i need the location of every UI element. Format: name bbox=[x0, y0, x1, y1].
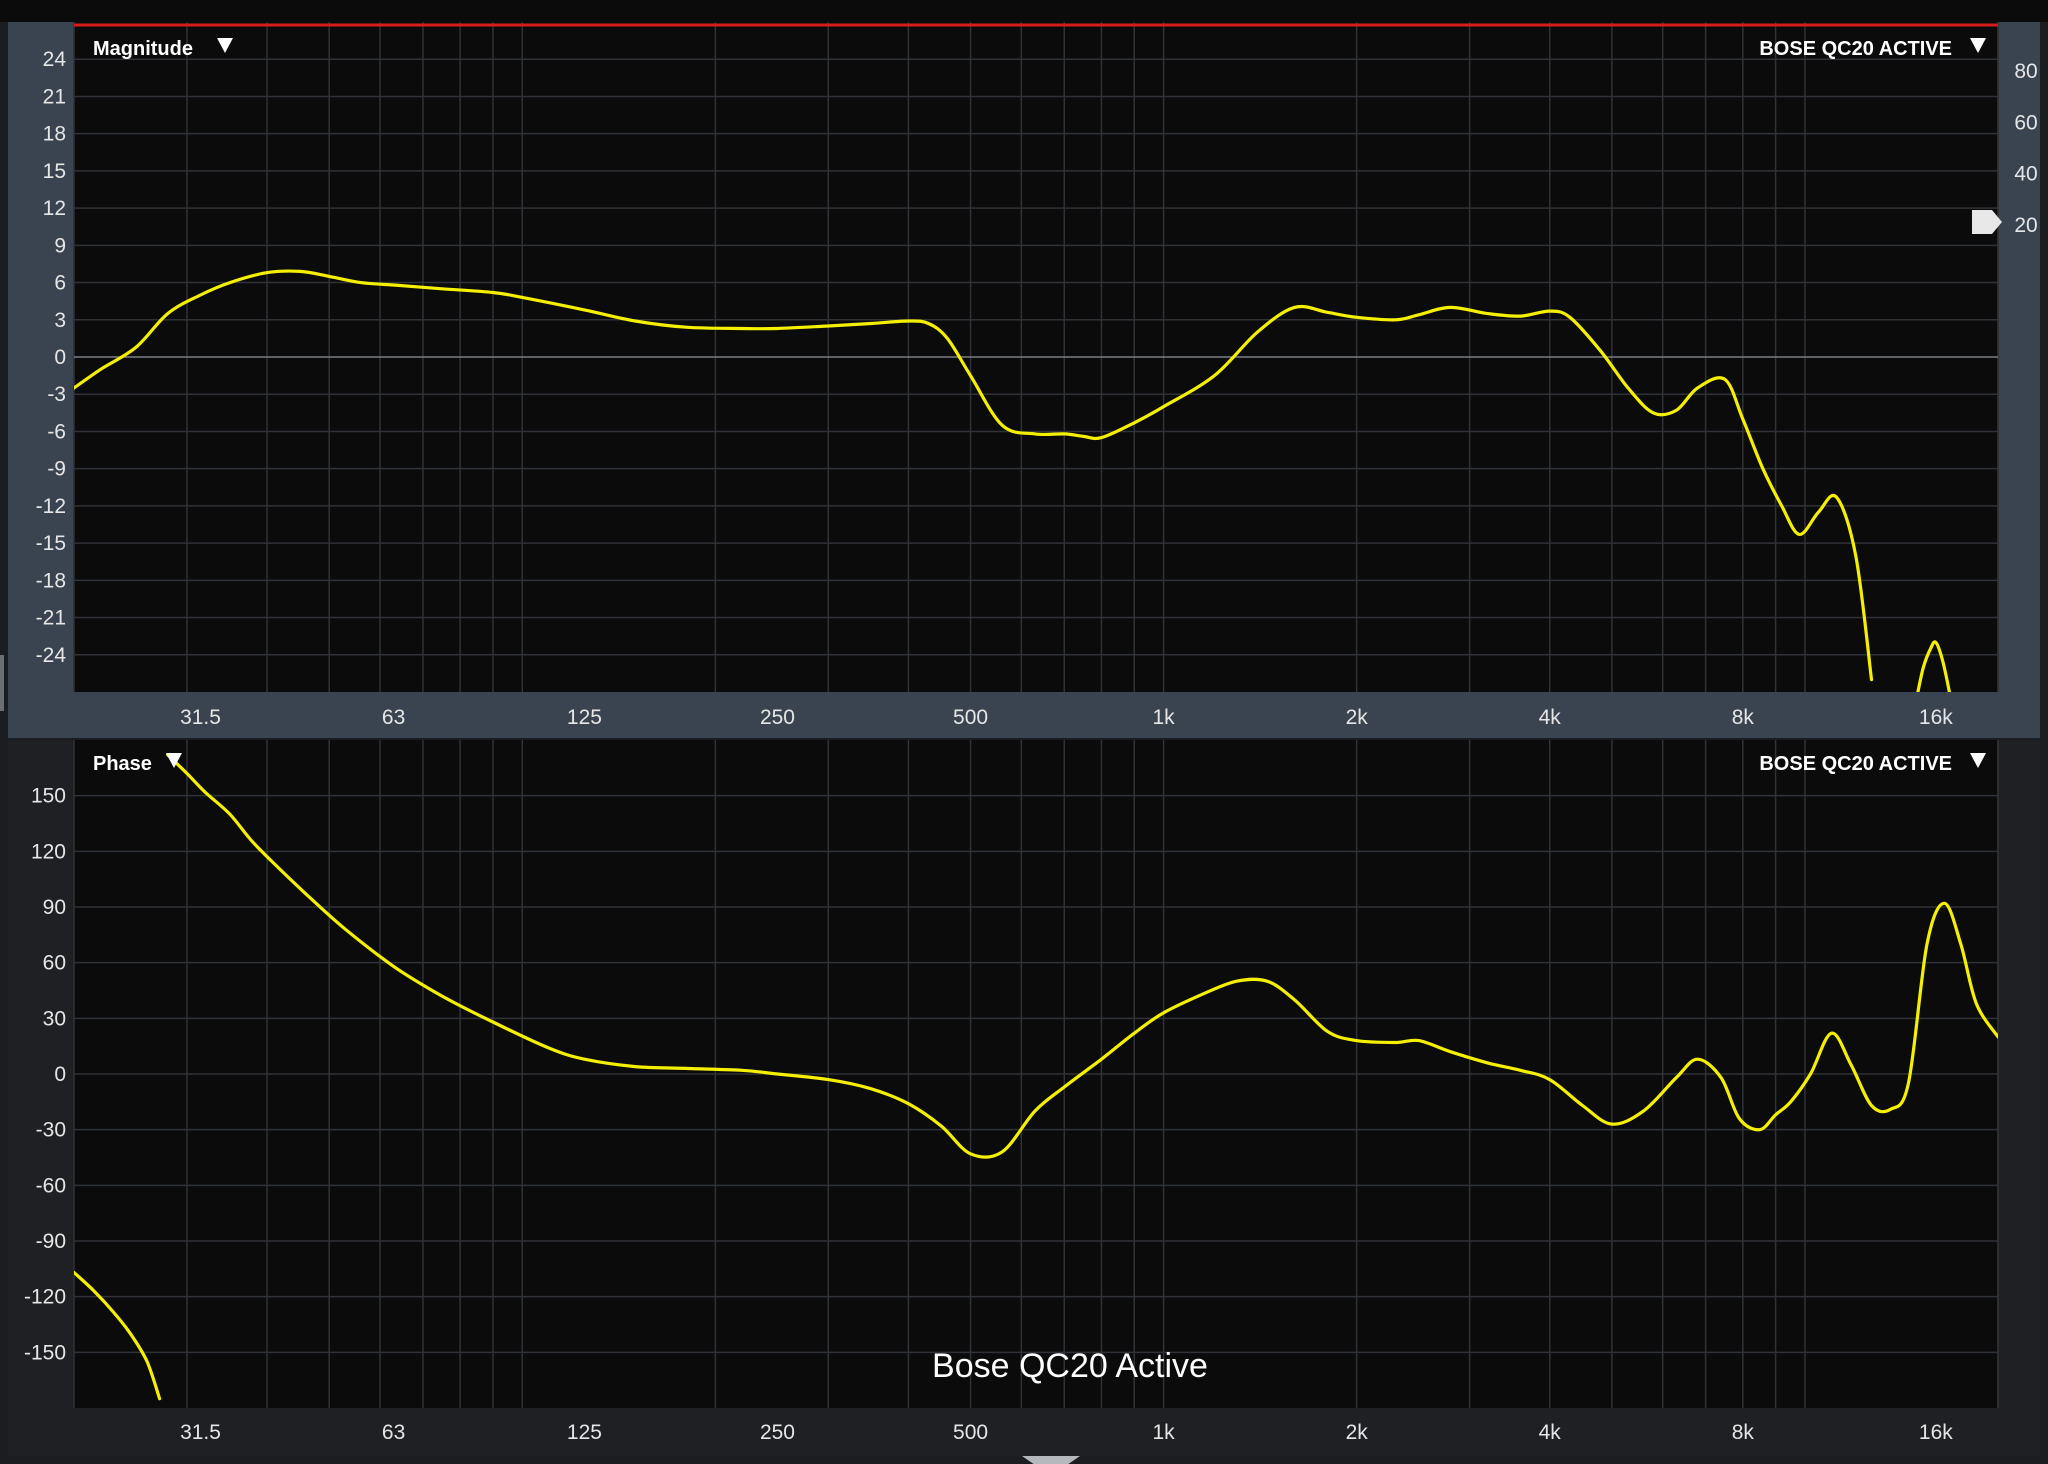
y-tick-label: -30 bbox=[36, 1119, 66, 1142]
top-strip bbox=[0, 0, 2048, 22]
phase-panel: 150 120 90 60 30 0 -30 -60 -90 -120 -150 31.5 63 125… bbox=[8, 740, 2040, 1456]
y-tick-label: 21 bbox=[43, 85, 66, 108]
y-tick-label: -150 bbox=[24, 1341, 66, 1364]
x-tick-label: 1k bbox=[1153, 706, 1176, 729]
magnitude-panel: 24 21 18 15 12 9 6 3 0 -3 -6 -9 -12 -15 -18 -21 -24 80 60… bbox=[8, 22, 2040, 738]
x-tick-label: 500 bbox=[953, 1421, 988, 1444]
x-tick-label: 8k bbox=[1732, 706, 1755, 729]
y-tick-label: 3 bbox=[54, 309, 66, 332]
y-tick-label: -90 bbox=[36, 1230, 66, 1253]
magnitude-right-axis: 80 60 40 20 bbox=[2014, 60, 2037, 237]
y-tick-label: 9 bbox=[54, 234, 66, 257]
x-tick-label: 1k bbox=[1153, 1421, 1176, 1444]
y-tick-label: 120 bbox=[31, 840, 66, 863]
y-tick-label: -6 bbox=[47, 420, 66, 443]
x-tick-label: 4k bbox=[1539, 706, 1562, 729]
y-tick-label: 18 bbox=[43, 123, 66, 146]
magnitude-trace-name[interactable]: BOSE QC20 ACTIVE bbox=[1759, 38, 1952, 60]
y-tick-label: 6 bbox=[54, 272, 66, 295]
right-axis-tick-label: 40 bbox=[2014, 163, 2037, 186]
y-tick-label: -12 bbox=[36, 495, 66, 518]
x-tick-label: 8k bbox=[1732, 1421, 1755, 1444]
x-tick-label: 2k bbox=[1346, 1421, 1369, 1444]
y-tick-label: -21 bbox=[36, 607, 66, 630]
y-tick-label: -9 bbox=[47, 458, 66, 481]
x-tick-label: 4k bbox=[1539, 1421, 1562, 1444]
x-tick-label: 16k bbox=[1919, 706, 1953, 729]
y-tick-label: -18 bbox=[36, 569, 66, 592]
y-tick-label: -15 bbox=[36, 532, 66, 555]
x-tick-label: 31.5 bbox=[180, 706, 221, 729]
x-tick-label: 63 bbox=[382, 706, 405, 729]
y-tick-label: 24 bbox=[43, 48, 67, 71]
phase-y-axis: 150 120 90 60 30 0 -30 -60 -90 -120 -150 bbox=[24, 785, 66, 1365]
magnitude-title[interactable]: Magnitude bbox=[93, 38, 193, 60]
y-tick-label: 0 bbox=[54, 346, 66, 369]
x-tick-label: 125 bbox=[567, 1421, 602, 1444]
x-tick-label: 500 bbox=[953, 706, 988, 729]
phase-title[interactable]: Phase bbox=[93, 753, 152, 775]
x-tick-label: 250 bbox=[760, 706, 795, 729]
magnitude-chart: 24211815129630-3-6-9-12-15-18-21-24 8060… bbox=[36, 22, 2038, 729]
chart-caption: Bose QC20 Active bbox=[932, 1347, 1208, 1385]
y-tick-label: 60 bbox=[43, 952, 66, 975]
bottom-drawer-tab[interactable] bbox=[1022, 1456, 1080, 1464]
x-tick-label: 125 bbox=[567, 706, 602, 729]
x-tick-label: 31.5 bbox=[180, 1421, 221, 1444]
y-tick-label: -120 bbox=[24, 1286, 66, 1309]
y-tick-label: -24 bbox=[36, 644, 67, 667]
y-tick-label: 12 bbox=[43, 197, 66, 220]
y-tick-label: 15 bbox=[43, 160, 66, 183]
y-tick-label: 90 bbox=[43, 896, 66, 919]
y-tick-label: -3 bbox=[47, 383, 66, 406]
magnitude-y-axis: 24 21 18 15 12 9 6 3 0 -3 -6 -9 -12 -15 -18 -21 -24 bbox=[36, 48, 67, 667]
splitter-handle[interactable] bbox=[0, 655, 4, 711]
app-window: 24 21 18 15 12 9 6 3 0 -3 -6 -9 -12 -15 -18 -21 -24 80 60… bbox=[0, 0, 2048, 1464]
phase-chart: 150 120 90 60 30 0 -30 -60 -90 -120 -150 31.5 63 125… bbox=[24, 740, 1999, 1444]
phase-trace-name[interactable]: BOSE QC20 ACTIVE bbox=[1759, 753, 1952, 775]
y-tick-label: 150 bbox=[31, 785, 66, 808]
right-axis-tick-label: 80 bbox=[2014, 60, 2037, 83]
magnitude-x-axis: 31.5 63 125 250 500 1k 2k 4k 8k 16k bbox=[180, 706, 1953, 729]
x-tick-label: 250 bbox=[760, 1421, 795, 1444]
x-tick-label: 16k bbox=[1919, 1421, 1953, 1444]
phase-x-axis: 31.5 63 125 250 500 1k 2k 4k 8k 16k bbox=[180, 1421, 1953, 1444]
right-axis-tick-label: 20 bbox=[2014, 214, 2037, 237]
y-tick-label: 0 bbox=[54, 1063, 66, 1086]
x-tick-label: 2k bbox=[1346, 706, 1369, 729]
x-tick-label: 63 bbox=[382, 1421, 405, 1444]
y-tick-label: 30 bbox=[43, 1007, 66, 1030]
y-tick-label: -60 bbox=[36, 1174, 66, 1197]
right-axis-tick-label: 60 bbox=[2014, 111, 2037, 134]
